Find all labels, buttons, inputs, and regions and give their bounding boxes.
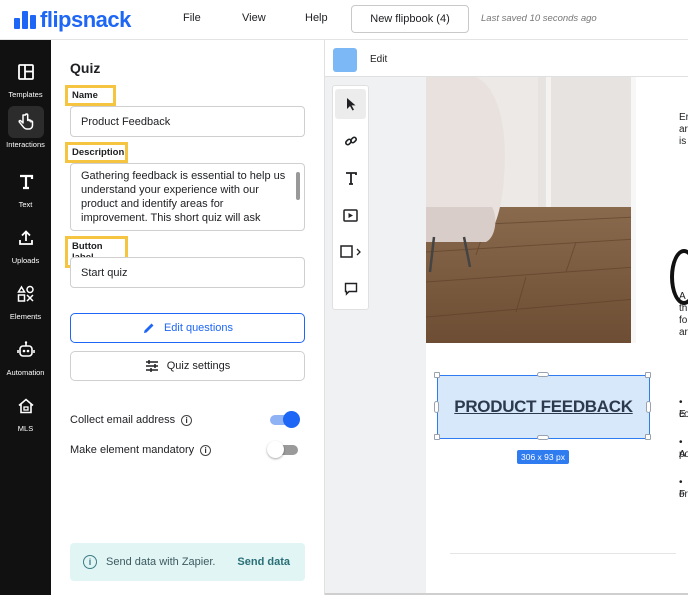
pencil-icon: [143, 323, 154, 333]
edit-questions-label: Edit questions: [163, 322, 234, 334]
dimensions-badge: 306 x 93 px: [517, 450, 569, 464]
comment-tool[interactable]: [335, 274, 366, 304]
rail-item-templates[interactable]: Templates: [0, 56, 51, 99]
button-label-field[interactable]: Start quiz: [70, 257, 305, 288]
edit-label[interactable]: Edit: [370, 54, 387, 65]
quiz-settings-button[interactable]: Quiz settings: [70, 351, 305, 381]
select-tool[interactable]: [335, 89, 366, 119]
menu-file[interactable]: File: [183, 12, 201, 24]
side-text: A: [679, 291, 686, 302]
description-text: Gathering feedback is essential to help …: [81, 170, 286, 224]
resize-handle[interactable]: [434, 372, 440, 378]
save-status: Last saved 10 seconds ago: [481, 13, 597, 24]
quiz-properties-panel: Quiz Name Product Feedback Description G…: [51, 40, 325, 595]
hand-pointer-icon: [17, 113, 33, 130]
cursor-icon: [346, 98, 355, 111]
square-icon: [339, 245, 361, 258]
shapes-icon: [16, 285, 34, 302]
robot-icon: [16, 341, 35, 357]
description-scrollbar[interactable]: [296, 172, 300, 200]
resize-handle[interactable]: [645, 372, 651, 378]
chair-photo[interactable]: [426, 77, 636, 343]
side-text: fo: [679, 315, 688, 326]
rail-item-elements[interactable]: Elements: [0, 278, 51, 321]
tool-palette: [332, 85, 369, 310]
layout-icon: [17, 64, 34, 80]
logo-text: flipsnack: [40, 7, 131, 32]
top-bar: flipsnack File View Help New flipbook (4…: [0, 0, 688, 40]
rail-item-uploads[interactable]: Uploads: [0, 222, 51, 265]
rail-label: Automation: [6, 368, 45, 377]
collect-email-row: Collect email address i: [70, 411, 305, 428]
page-divider: [450, 553, 676, 554]
rail-item-automation[interactable]: Automation: [0, 334, 51, 377]
side-text: Er: [679, 112, 688, 123]
sliders-icon: [145, 360, 158, 372]
upload-icon: [18, 230, 33, 245]
zapier-banner: i Send data with Zapier. Send data: [70, 543, 305, 581]
rail-item-interactions[interactable]: Interactions: [0, 106, 51, 149]
resize-handle[interactable]: [434, 401, 439, 413]
side-text: th: [679, 303, 688, 314]
flipbook-page[interactable]: Er ar is A th fo ar • E co • A po • F or…: [426, 77, 688, 595]
flipsnack-logo[interactable]: flipsnack: [14, 7, 131, 33]
resize-handle[interactable]: [645, 434, 651, 440]
side-text: is: [679, 136, 687, 147]
side-text: ar: [679, 327, 688, 338]
name-label: Name: [65, 85, 116, 106]
side-text: po: [679, 449, 688, 460]
rail-item-mls[interactable]: MLS: [0, 390, 51, 433]
info-icon: i: [83, 555, 97, 569]
zapier-text: Send data with Zapier.: [106, 556, 216, 568]
info-icon[interactable]: i: [181, 414, 193, 426]
logo-icon: [14, 11, 36, 29]
quiz-settings-label: Quiz settings: [166, 360, 231, 372]
side-text: or: [679, 489, 688, 500]
link-icon: [344, 136, 357, 146]
side-text: co: [679, 409, 688, 420]
shape-tool[interactable]: [335, 237, 366, 267]
quiz-button-text: PRODUCT FEEDBACK: [454, 397, 633, 416]
text-icon: [19, 174, 33, 190]
rail-label: Elements: [9, 312, 42, 321]
mandatory-toggle[interactable]: [267, 441, 298, 458]
collect-email-label: Collect email address: [70, 414, 176, 426]
resize-handle[interactable]: [537, 435, 549, 440]
description-label: Description: [65, 142, 128, 163]
rail-label: Text: [18, 200, 33, 209]
document-name-button[interactable]: New flipbook (4): [351, 5, 469, 33]
video-icon: [343, 208, 358, 222]
resize-handle[interactable]: [646, 401, 651, 413]
editor-canvas[interactable]: Edit Er ar is A th fo ar • E co • A po •…: [325, 40, 688, 595]
rail-label: Interactions: [6, 140, 45, 149]
element-toolbar: Edit: [325, 40, 688, 77]
resize-handle[interactable]: [434, 434, 440, 440]
text-tool[interactable]: [335, 163, 366, 193]
menu-help[interactable]: Help: [305, 12, 328, 24]
rail-item-text[interactable]: Text: [0, 166, 51, 209]
rail-label: Uploads: [11, 256, 40, 265]
color-swatch[interactable]: [333, 48, 357, 72]
edit-questions-button[interactable]: Edit questions: [70, 313, 305, 343]
description-field[interactable]: Gathering feedback is essential to help …: [70, 163, 305, 231]
quiz-button-element[interactable]: PRODUCT FEEDBACK: [437, 375, 650, 439]
link-tool[interactable]: [335, 126, 366, 156]
panel-title: Quiz: [70, 60, 101, 76]
left-rail: Templates Interactions Text Uploads Elem…: [0, 40, 51, 595]
name-field[interactable]: Product Feedback: [70, 106, 305, 137]
mandatory-label: Make element mandatory: [70, 444, 195, 456]
resize-handle[interactable]: [537, 372, 549, 377]
collect-email-toggle[interactable]: [270, 411, 300, 428]
side-text: ar: [679, 124, 688, 135]
rail-label: Templates: [8, 90, 43, 99]
comment-icon: [344, 282, 357, 296]
menu-view[interactable]: View: [242, 12, 266, 24]
home-icon: [17, 398, 34, 414]
video-tool[interactable]: [335, 200, 366, 230]
info-icon[interactable]: i: [200, 444, 212, 456]
mandatory-row: Make element mandatory i: [70, 441, 305, 458]
text-icon: [345, 172, 357, 185]
rail-label: MLS: [17, 424, 34, 433]
send-data-button[interactable]: Send data: [237, 556, 290, 568]
